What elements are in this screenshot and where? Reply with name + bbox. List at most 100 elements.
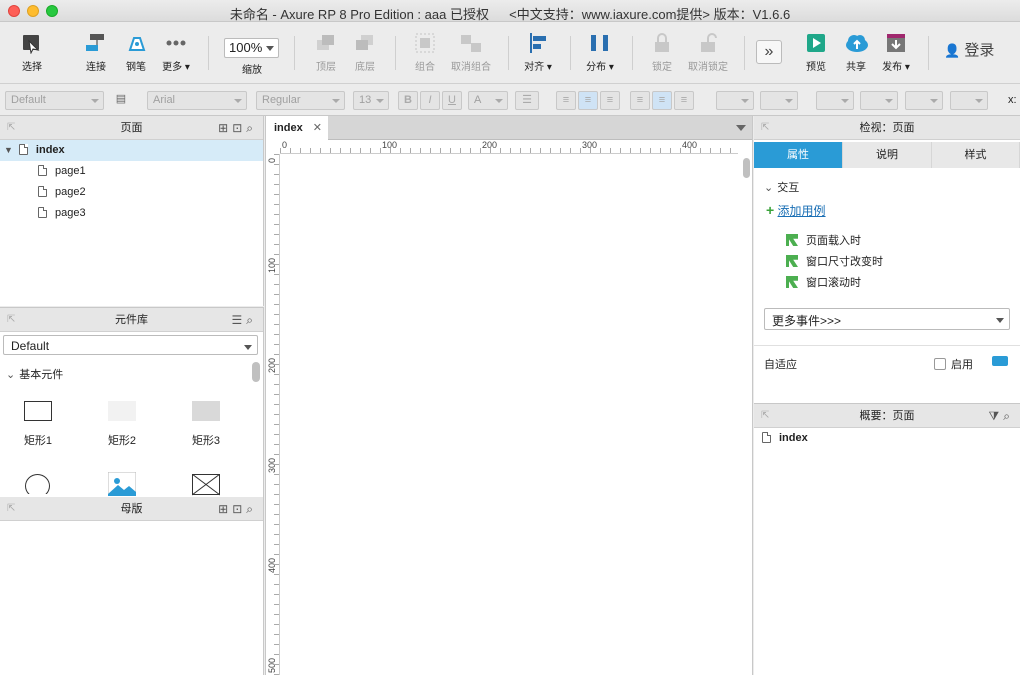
group-label: 组合 xyxy=(415,62,435,73)
more-events-select[interactable]: 更多事件>>> xyxy=(764,308,1010,330)
window-title: 未命名 - Axure RP 8 Pro Edition : aaa 已授权 <… xyxy=(229,7,791,22)
widget-ellipse[interactable] xyxy=(25,474,50,494)
pin-icon[interactable]: ⇱ xyxy=(7,497,15,521)
tab-properties[interactable]: 属性 xyxy=(754,142,843,168)
select-tool-button[interactable]: 选择 xyxy=(10,32,54,76)
pen-tool-button[interactable]: 钢笔 xyxy=(116,32,156,76)
pen-label: 钢笔 xyxy=(126,62,146,73)
library-section-label: 基本元件 xyxy=(19,369,64,381)
share-button[interactable]: 共享 xyxy=(836,32,876,76)
style-select[interactable]: Default xyxy=(5,91,104,110)
more-tools-button[interactable]: 更多 ▾ xyxy=(156,32,196,76)
enable-label: 启用 xyxy=(951,359,973,371)
widget-rectangle1[interactable] xyxy=(24,401,52,421)
publish-button[interactable]: 发布 ▾ xyxy=(876,32,916,76)
library-section-header[interactable]: ⌄ 基本元件 xyxy=(6,366,63,382)
page-tree-item-page2[interactable]: page2 xyxy=(0,182,263,203)
add-page-icon[interactable]: ⊞ xyxy=(218,121,232,135)
outline-item-index[interactable]: index xyxy=(754,428,1020,449)
interaction-section-header[interactable]: ⌄ 交互 xyxy=(764,179,799,195)
library-select[interactable]: Default xyxy=(3,335,258,355)
filter-icon[interactable]: ⧩ xyxy=(989,409,1004,423)
event-window-resize[interactable]: 窗口尺寸改变时 xyxy=(786,253,883,269)
align-right-button[interactable]: ≡ xyxy=(600,91,620,110)
zoom-select[interactable]: 100% xyxy=(224,38,279,58)
page-tree-item-index[interactable]: ▼ index xyxy=(0,140,263,161)
page-tree-item-page3[interactable]: page3 xyxy=(0,203,263,224)
close-icon[interactable]: ✕ xyxy=(313,116,322,140)
tab-style[interactable]: 样式 xyxy=(932,142,1020,168)
expand-triangle-icon[interactable]: ▼ xyxy=(4,145,13,155)
expand-toolbar-button[interactable]: » xyxy=(756,40,782,64)
font-weight-select[interactable]: Regular xyxy=(256,91,345,110)
search-icon[interactable]: ⌕ xyxy=(246,313,257,327)
shadow-select[interactable] xyxy=(760,91,798,110)
masters-panel: ⇱ 母版 ⊞⊡⌕ xyxy=(0,497,264,675)
widget-rectangle2[interactable] xyxy=(108,401,136,421)
add-master-icon[interactable]: ⊞ xyxy=(218,502,232,516)
line-style-select[interactable] xyxy=(905,91,943,110)
preview-button[interactable]: 预览 xyxy=(796,32,836,76)
pin-icon[interactable]: ⇱ xyxy=(761,116,769,140)
widget-image[interactable] xyxy=(108,472,136,496)
lock-button[interactable]: 锁定 xyxy=(642,32,682,76)
font-color-select[interactable]: A xyxy=(468,91,508,110)
event-page-load[interactable]: 页面载入时 xyxy=(786,232,861,248)
group-button[interactable]: 组合 xyxy=(405,32,445,76)
chevron-down-icon: ⌄ xyxy=(764,182,774,194)
bring-to-front-button[interactable]: 顶层 xyxy=(306,32,346,76)
arrow-style-select[interactable] xyxy=(950,91,988,110)
send-to-back-button[interactable]: 底层 xyxy=(345,32,385,76)
underline-button[interactable]: U xyxy=(442,91,462,110)
distribute-button[interactable]: 分布 ▾ xyxy=(580,32,620,76)
unlock-button[interactable]: 取消锁定 xyxy=(684,32,732,76)
add-folder-icon[interactable]: ⊡ xyxy=(232,502,246,516)
widget-placeholder[interactable] xyxy=(192,474,220,496)
bold-button[interactable]: B xyxy=(398,91,418,110)
pin-icon[interactable]: ⇱ xyxy=(7,308,15,332)
send-to-back-label: 底层 xyxy=(355,62,375,73)
bring-to-front-icon xyxy=(314,32,338,54)
valign-bottom-button[interactable]: ≡ xyxy=(674,91,694,110)
align-button[interactable]: 对齐 ▾ xyxy=(518,32,558,76)
library-select-value: Default xyxy=(11,339,50,353)
align-left-button[interactable]: ≡ xyxy=(556,91,576,110)
tab-notes[interactable]: 说明 xyxy=(843,142,932,168)
font-size-select[interactable]: 13 xyxy=(353,91,389,110)
adaptive-enable-checkbox[interactable]: 启用 xyxy=(934,356,973,372)
pin-icon[interactable]: ⇱ xyxy=(761,404,769,428)
italic-button[interactable]: I xyxy=(420,91,440,110)
align-center-button[interactable]: ≡ xyxy=(578,91,598,110)
ungroup-button[interactable]: 取消组合 xyxy=(448,32,494,76)
valign-top-button[interactable]: ≡ xyxy=(630,91,650,110)
format-painter-icon[interactable]: ▤ xyxy=(111,91,131,110)
page-label: page2 xyxy=(55,186,86,198)
canvas-scrollbar[interactable] xyxy=(743,158,750,178)
search-icon[interactable]: ⌕ xyxy=(246,121,257,135)
menu-icon[interactable]: ☰ xyxy=(232,313,247,327)
library-scrollbar[interactable] xyxy=(252,362,260,382)
search-icon[interactable]: ⌕ xyxy=(246,502,257,516)
adaptive-views-icon[interactable] xyxy=(992,356,1008,366)
widget-rectangle3[interactable] xyxy=(192,401,220,421)
line-color-select[interactable] xyxy=(816,91,854,110)
bullet-list-button[interactable]: ☰ xyxy=(515,91,539,110)
connect-tool-button[interactable]: 连接 xyxy=(76,32,116,76)
valign-middle-button[interactable]: ≡ xyxy=(652,91,672,110)
chevron-down-icon[interactable] xyxy=(736,125,746,131)
pin-icon[interactable]: ⇱ xyxy=(7,116,15,140)
fill-color-select[interactable] xyxy=(716,91,754,110)
add-folder-icon[interactable]: ⊡ xyxy=(232,121,246,135)
event-window-scroll[interactable]: 窗口滚动时 xyxy=(786,274,861,290)
font-size-value: 13 xyxy=(359,94,372,106)
widget-rectangle3-label: 矩形3 xyxy=(191,435,221,447)
page-tree-item-page1[interactable]: page1 xyxy=(0,161,263,182)
search-icon[interactable]: ⌕ xyxy=(1003,409,1014,423)
add-case-link[interactable]: + 添加用例 xyxy=(766,202,826,219)
tab-index[interactable]: index ✕ xyxy=(266,116,328,140)
login-button[interactable]: 👤 登录 xyxy=(944,39,994,60)
toolbar-divider xyxy=(294,36,295,70)
font-family-select[interactable]: Arial xyxy=(147,91,247,110)
line-width-select[interactable] xyxy=(860,91,898,110)
design-canvas[interactable] xyxy=(280,154,740,675)
